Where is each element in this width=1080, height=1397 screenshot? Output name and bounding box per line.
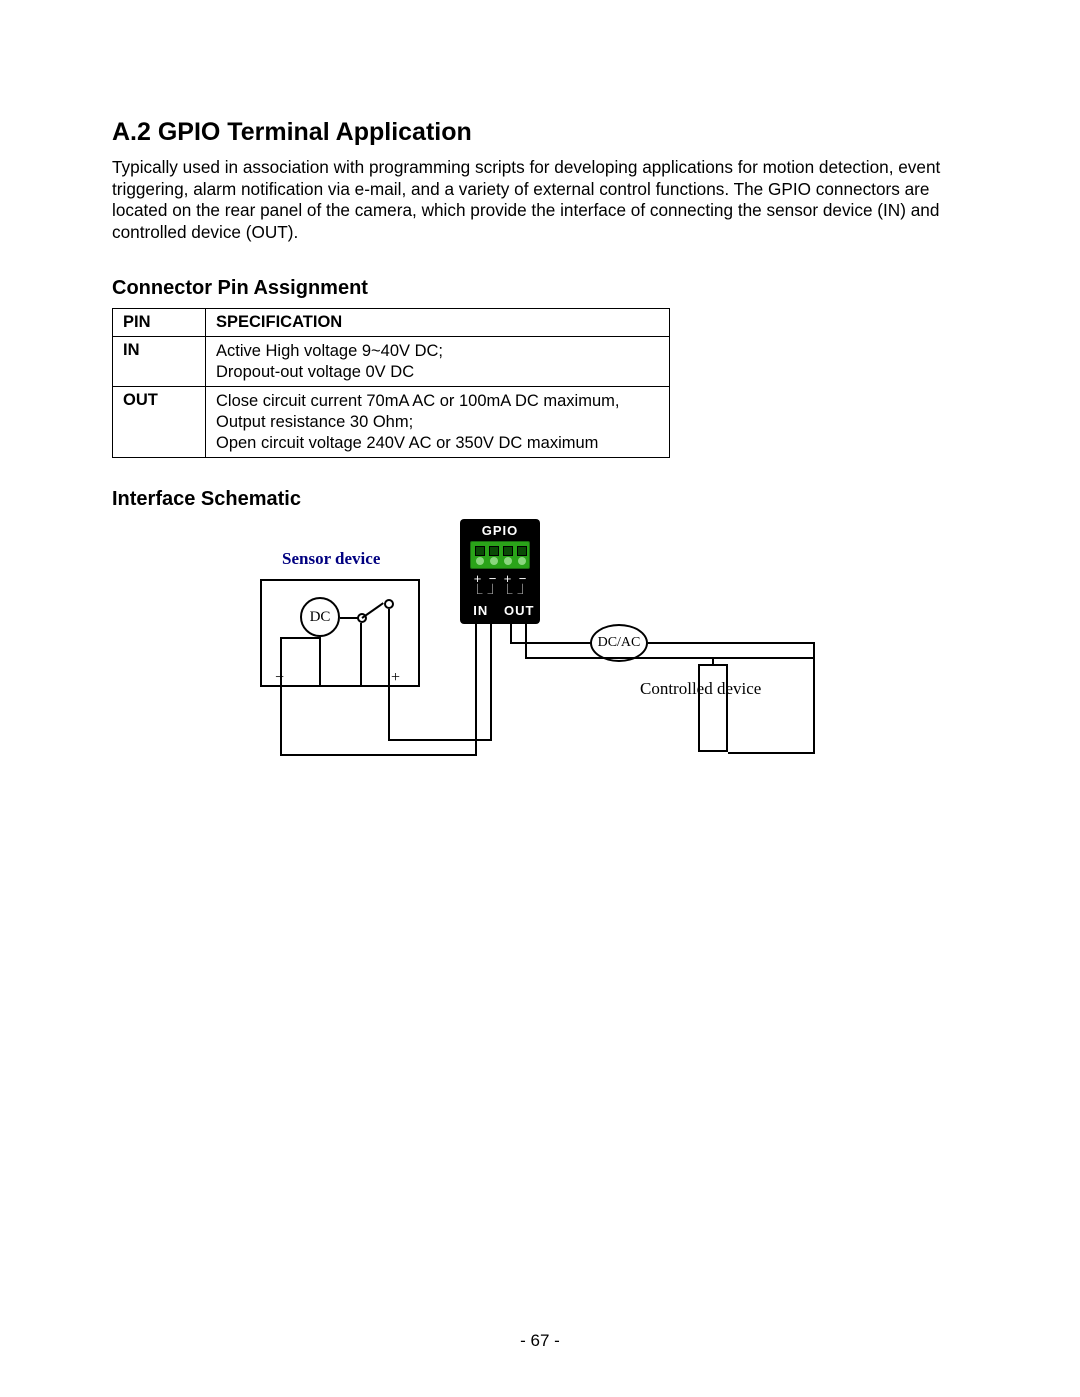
wire (712, 657, 714, 664)
wire (813, 657, 815, 659)
wire (280, 637, 320, 639)
minus-sign: − (519, 573, 527, 585)
pin-assignment-table: PIN SPECIFICATION IN Active High voltage… (112, 308, 670, 458)
minus-sign: − (275, 669, 284, 687)
sensor-device-label: Sensor device (282, 549, 380, 569)
pin-cell: IN (113, 337, 206, 387)
table-row: OUT Close circuit current 70mA AC or 100… (113, 387, 670, 458)
plus-sign: + (474, 573, 482, 585)
spec-line: Open circuit voltage 240V AC or 350V DC … (216, 433, 661, 454)
gpio-in-label: IN (462, 603, 500, 618)
page-number: - 67 - (0, 1331, 1080, 1351)
wire (490, 624, 492, 739)
wire (388, 739, 492, 741)
bracket-icon: ⎿ (503, 585, 513, 597)
spec-line: Active High voltage 9~40V DC; (216, 341, 661, 362)
wire (688, 674, 698, 676)
spec-line: Close circuit current 70mA AC or 100mA D… (216, 391, 661, 432)
wire (388, 687, 390, 739)
dcac-source-icon: DC/AC (590, 624, 648, 662)
wire (525, 657, 815, 659)
wire (360, 623, 362, 687)
wire (728, 674, 743, 676)
gpio-title: GPIO (460, 523, 540, 538)
wire (280, 754, 477, 756)
dc-source-icon: DC (300, 597, 340, 637)
bracket-icon: ⎿ (473, 585, 483, 597)
intro-paragraph: Typically used in association with progr… (112, 157, 968, 243)
gpio-module-icon: GPIO + − + − (460, 519, 540, 624)
wire (388, 609, 390, 687)
section-heading: A.2 GPIO Terminal Application (112, 118, 968, 147)
controlled-device-box-icon (698, 664, 728, 752)
spec-line: Dropout-out voltage 0V DC (216, 362, 661, 383)
spec-cell: Active High voltage 9~40V DC; Dropout-ou… (206, 337, 670, 387)
plus-sign: + (391, 669, 400, 687)
gpio-out-label: OUT (500, 603, 538, 618)
table-row: IN Active High voltage 9~40V DC; Dropout… (113, 337, 670, 387)
bracket-icon: ⏌ (518, 585, 528, 597)
bracket-icon: ⏌ (488, 585, 498, 597)
wire (648, 642, 815, 644)
spec-cell: Close circuit current 70mA AC or 100mA D… (206, 387, 670, 458)
wire (510, 624, 512, 644)
wire (728, 752, 815, 754)
controlled-device-label: Controlled device (640, 679, 761, 699)
pin-cell: OUT (113, 387, 206, 458)
plus-sign: + (504, 573, 512, 585)
wire (475, 624, 477, 754)
wire (510, 642, 592, 644)
table-header-spec: SPECIFICATION (206, 309, 670, 337)
gpio-terminal-block-icon (470, 541, 530, 569)
table-header-pin: PIN (113, 309, 206, 337)
gpio-in-out-row: INOUT (460, 603, 540, 618)
minus-sign: − (489, 573, 497, 585)
wire (280, 687, 282, 756)
wire (319, 637, 321, 687)
gpio-polarity-row: + − + − ⎿ ⏌ ⎿ ⏌ (460, 573, 540, 597)
interface-schematic: GPIO + − + − (260, 519, 820, 774)
schematic-heading: Interface Schematic (112, 488, 968, 511)
pin-assignment-heading: Connector Pin Assignment (112, 277, 968, 300)
